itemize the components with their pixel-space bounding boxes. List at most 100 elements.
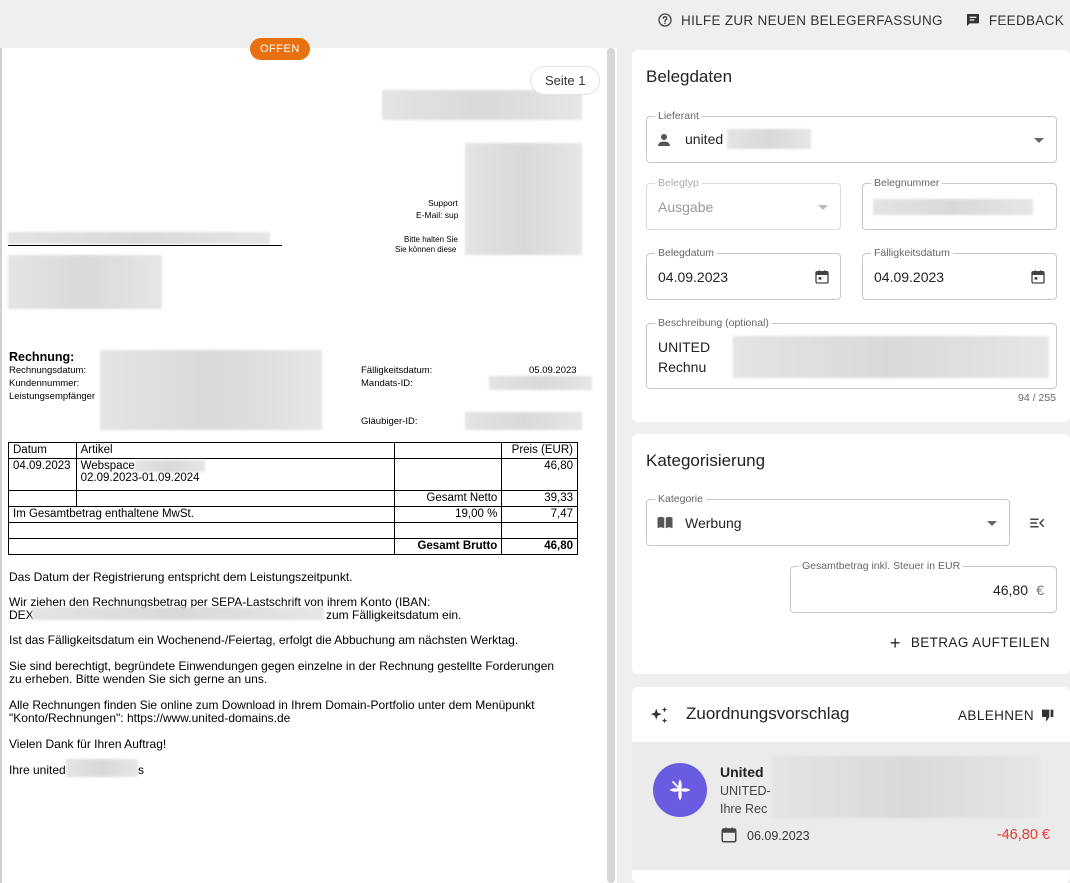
faelligkeitsdatum-value: 04.09.2023 [874,269,945,285]
document-viewer[interactable]: Seite 1 Support E-Mail: sup Bitte halten… [0,48,617,883]
suggestion-date: 06.09.2023 [747,829,810,843]
top-bar: HILFE ZUR NEUEN BELEGERFASSUNG FEEDBACK [0,0,1070,40]
kategorisierung-panel: Kategorisierung Kategorie Werbung Gesamt… [632,434,1070,674]
return-address-underline [8,245,282,246]
redacted-article [134,460,205,472]
betrag-aufteilen-label: BETRAG AUFTEILEN [910,635,1050,650]
redacted-recipient-address [8,255,162,309]
faelligkeitsdatum-field[interactable]: Fälligkeitsdatum 04.09.2023 [862,247,1057,300]
paragraph-thanks: Vielen Dank für Ihren Auftrag! [9,737,167,751]
table-row: 04.09.2023 Webspace 02.09.2023-01.09.2024… [8,458,578,491]
belegnummer-field[interactable]: Belegnummer [862,177,1057,230]
help-button-label: HILFE ZUR NEUEN BELEGERFASSUNG [681,12,943,28]
belegdatum-field[interactable]: Belegdatum 04.09.2023 [646,247,841,300]
logo-icon [669,779,691,801]
row-price: 46,80 [501,458,578,491]
suggestion-name: United [720,764,764,780]
paragraph-download-1: Alle Rechnungen finden Sie online zum Do… [9,698,535,712]
table-cell [75,490,396,507]
zuordnungsvorschlag-panel: Zuordnungsvorschlag ABLEHNEN United UNIT… [632,687,1070,883]
beschreibung-field[interactable]: Beschreibung (optional) UNITED Rechnu [646,317,1057,389]
betrag-field[interactable]: Gesamtbetrag inkl. Steuer in EUR 46,80 € [790,560,1057,613]
table-row: Im Gesamtbetrag enthaltene MwSt. 19,00 %… [7,506,578,523]
redacted-lieferant [727,129,811,149]
table-row: Gesamt Brutto 46,80 [7,538,578,555]
belegdatum-label: Belegdatum [655,247,718,259]
belegtyp-field: Belegtyp Ausgabe [646,177,841,230]
beschreibung-line-2: Rechnu [658,359,707,375]
table-cell [394,522,503,539]
invoice-table: Datum Artikel Preis (EUR) 04.09.2023 Web… [7,442,578,555]
feedback-icon [966,14,979,26]
invoice-document: Support E-Mail: sup Bitte halten Sie Sie… [2,48,602,883]
status-badge: OFFEN [250,38,310,60]
due-date-label: Fälligkeitsdatum: [361,365,433,376]
recipient-label: Leistungsempfänger [9,391,96,402]
suggestion-card[interactable]: United UNITED- Ihre Rec 06.09.2023 -46,8… [632,742,1070,870]
table-cell [394,442,503,459]
table-row [7,522,578,539]
calendar-icon[interactable] [814,269,830,285]
belegdaten-title: Belegdaten [646,67,733,86]
redacted-invoice-meta [100,350,322,430]
lieferant-label: Lieferant [655,110,702,122]
kategorisierung-title: Kategorisierung [646,451,766,470]
ablehnen-label: ABLEHNEN [958,707,1034,723]
note-line-2: Sie können diese [395,245,457,254]
redacted-mandate-id [489,376,592,390]
faelligkeitsdatum-label: Fälligkeitsdatum [871,247,953,259]
table-header-article: Artikel [75,442,396,459]
ablehnen-button[interactable]: ABLEHNEN [958,707,1056,723]
lieferant-dropdown-icon[interactable] [1034,138,1044,143]
table-cell [7,538,396,555]
vat-label: Im Gesamtbetrag enthaltene MwSt. [7,506,396,523]
feedback-button-label: FEEDBACK [988,12,1064,28]
zuordnungsvorschlag-title: Zuordnungsvorschlag [686,704,850,723]
due-date-value: 05.09.2023 [529,365,577,376]
invoice-heading: Rechnung: [9,350,75,364]
paragraph-weekend: Ist das Fälligkeitsdatum ein Wochenend-/… [9,633,519,647]
customer-number-label: Kundennummer: [9,378,80,389]
plus-icon: + [889,632,901,653]
avatar [653,763,707,817]
row-article-name: Webspace [80,460,135,473]
list-collapse-icon[interactable] [1028,514,1046,532]
character-counter: 94 / 255 [1018,392,1056,404]
suggestion-amount: -46,80 € [996,827,1050,843]
suggestion-line-2: UNITED- [720,784,771,798]
vat-value: 7,47 [501,506,578,523]
sparkle-icon [650,706,668,724]
paragraph-objection-2: zu erheben. Bitte wenden Sie sich gerne … [9,672,268,686]
invoice-date-label: Rechnungsdatum: [9,365,87,376]
lieferant-field[interactable]: Lieferant united [646,110,1057,163]
viewer-scrollbar[interactable] [607,48,615,883]
redacted-belegnummer [873,199,1033,215]
beschreibung-label: Beschreibung (optional) [655,317,772,329]
redacted-iban [32,607,324,620]
table-header-date: Datum [8,442,77,459]
mandate-id-label: Mandats-ID: [361,378,413,389]
feedback-button[interactable]: FEEDBACK [965,12,1064,28]
kategorie-dropdown-icon[interactable] [987,521,997,526]
paragraph-objection-1: Sie sind berechtigt, begründete Einwendu… [9,659,555,673]
kategorie-field[interactable]: Kategorie Werbung [646,493,1010,546]
row-period: 02.09.2023-01.09.2024 [80,472,200,485]
belegtyp-dropdown-icon [818,205,828,210]
table-header-row: Datum Artikel Preis (EUR) [8,442,578,459]
thumbs-down-icon [1042,709,1054,721]
help-button[interactable]: HILFE ZUR NEUEN BELEGERFASSUNG [657,12,943,28]
row-article: Webspace 02.09.2023-01.09.2024 [75,458,396,491]
table-header-price: Preis (EUR) [501,442,578,459]
betrag-value: 46,80 [992,582,1028,598]
redacted-creditor-id [465,412,582,430]
redacted-beschreibung [733,336,1049,378]
redacted-suggestion [772,756,1040,818]
table-cell [7,522,396,539]
person-icon [658,134,670,146]
betrag-aufteilen-button[interactable]: + BETRAG AUFTEILEN [889,632,1050,653]
calendar-icon[interactable] [1030,269,1046,285]
calendar-icon [721,827,737,843]
paragraph-sepa-2-end: zum Fälligkeitsdatum ein. [326,608,462,622]
email-label: E-Mail: sup [416,210,459,220]
belegtyp-label: Belegtyp [655,177,702,189]
